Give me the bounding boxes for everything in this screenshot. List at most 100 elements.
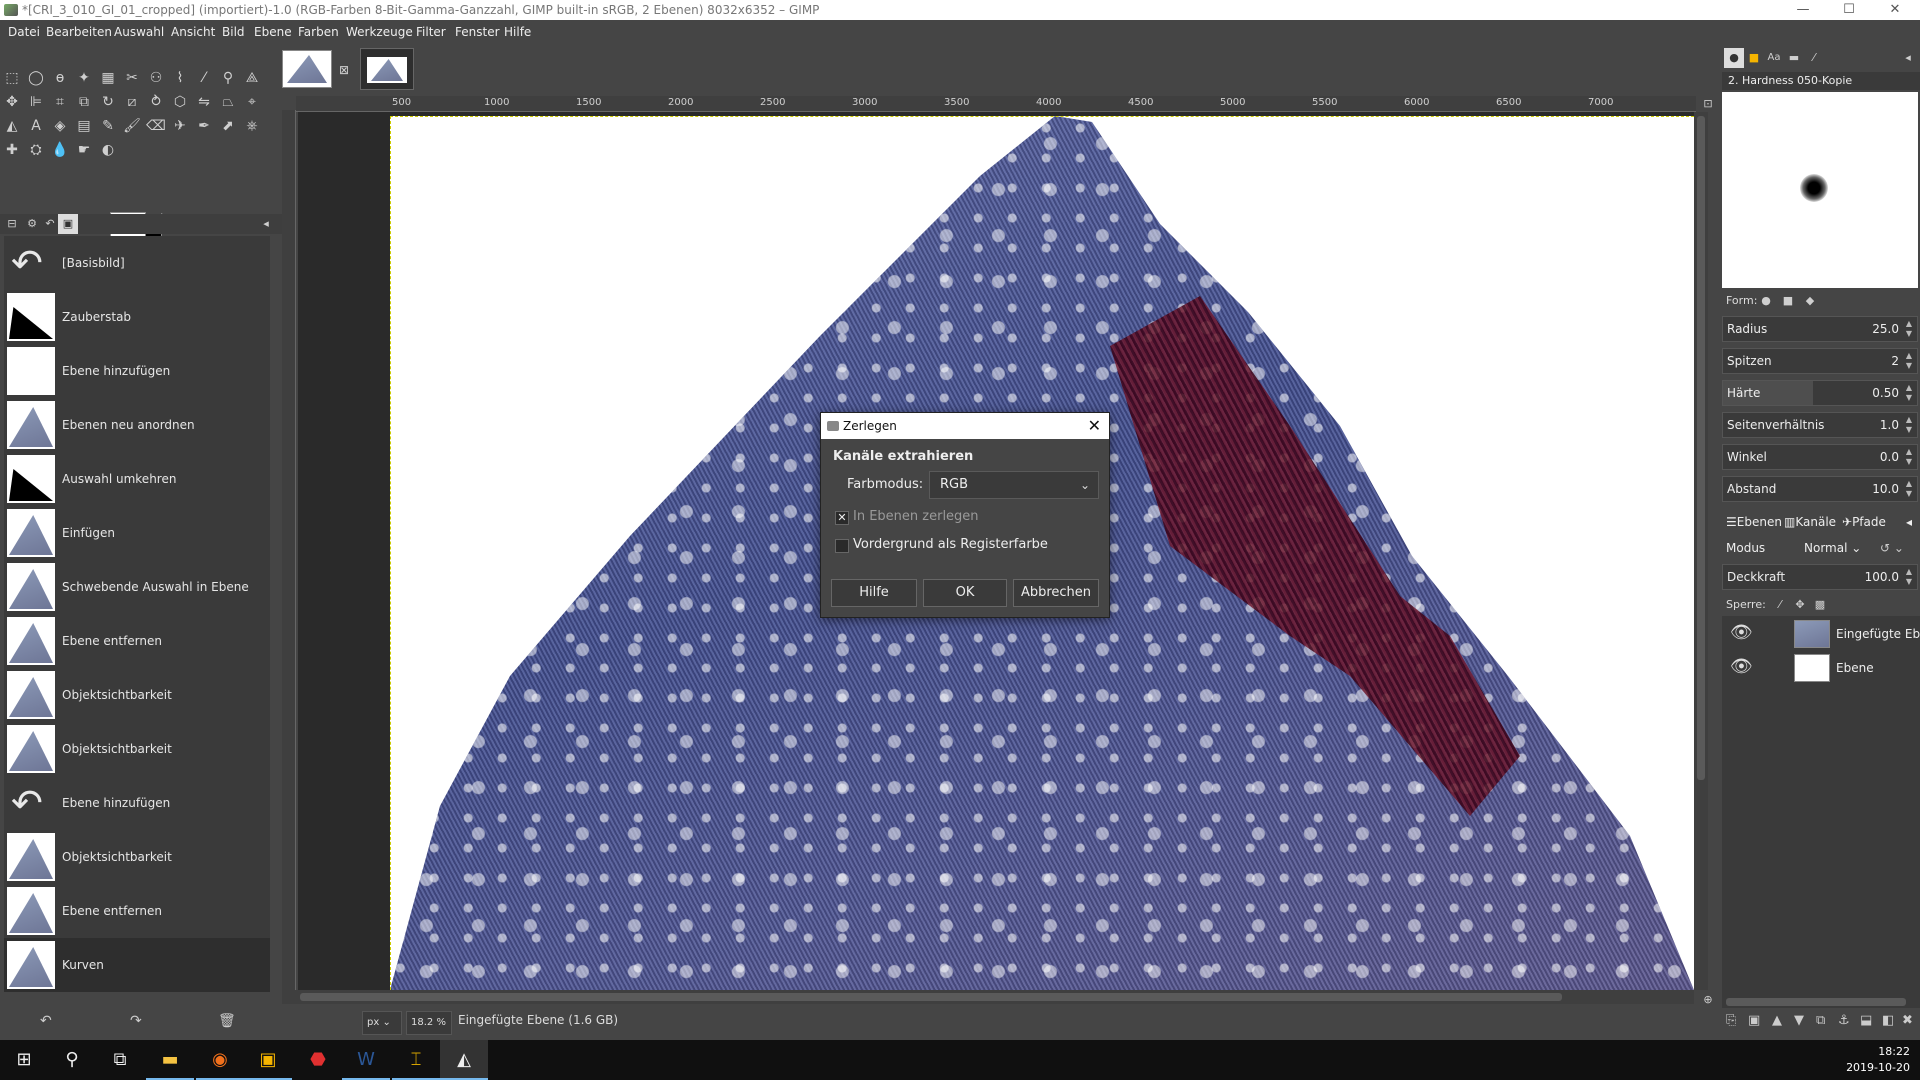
vertical-scrollbar[interactable] <box>1694 112 1708 990</box>
raise-layer-icon[interactable]: ▲ <box>1772 1010 1782 1032</box>
history-item[interactable]: Zauberstab <box>4 290 270 344</box>
pencil-icon[interactable]: ✎ <box>98 116 118 136</box>
minimize-button[interactable]: — <box>1780 0 1826 20</box>
tab-layers[interactable]: ☰ Ebenen <box>1726 512 1782 532</box>
new-layer-icon[interactable]: ⎘ <box>1726 1010 1736 1032</box>
menu-farben[interactable]: Farben <box>298 20 339 44</box>
image-tab-thumbnail-1[interactable] <box>282 50 332 88</box>
undo-history-tab-icon[interactable]: ↶ <box>40 214 60 234</box>
visibility-eye-icon[interactable]: 👁 <box>1730 622 1753 644</box>
menu-ansicht[interactable]: Ansicht <box>171 20 215 44</box>
history-item[interactable]: Kurven <box>4 938 270 992</box>
tab-paths[interactable]: ✈ Pfade <box>1842 512 1886 532</box>
layers-scroll-thumb[interactable] <box>1726 998 1906 1006</box>
color-picker-icon[interactable]: ⁄ <box>194 68 214 88</box>
hardness-spinner-icon[interactable]: ▲ ▼ <box>1903 383 1915 403</box>
images-tab-icon[interactable]: ▣ <box>58 214 78 234</box>
layer-row-base[interactable]: 👁 Ebene <box>1722 652 1920 684</box>
aspect-ratio-field[interactable]: Seitenverhältnis 1.0 ▲ ▼ <box>1722 412 1918 438</box>
menu-ebene[interactable]: Ebene <box>254 20 292 44</box>
history-item[interactable]: Ebene hinzufügen <box>4 344 270 398</box>
spikes-field[interactable]: Spitzen 2 ▲ ▼ <box>1722 348 1918 374</box>
zoom-to-fit-icon[interactable]: ⊡ <box>1698 94 1718 114</box>
new-group-icon[interactable]: ▣ <box>1748 1010 1760 1032</box>
system-clock[interactable]: 18:22 2019-10-20 <box>1846 1044 1910 1076</box>
configure-brushes-tab-icon[interactable]: ◂ <box>1898 48 1918 68</box>
start-icon[interactable]: ⊞ <box>0 1040 48 1080</box>
paths-icon[interactable]: ⌇ <box>170 68 190 88</box>
shear-icon[interactable]: ⧄ <box>122 92 142 112</box>
history-item[interactable]: Objektsichtbarkeit <box>4 830 270 884</box>
gimp-taskbar-icon[interactable]: ◭ <box>440 1040 488 1080</box>
angle-spinner-icon[interactable]: ▲ ▼ <box>1903 447 1915 467</box>
sticky-app-icon[interactable]: ▣ <box>244 1040 292 1080</box>
foreground-select-icon[interactable]: ⚇ <box>146 68 166 88</box>
close-image-tab-icon[interactable]: ⊠ <box>334 60 354 80</box>
smudge-icon[interactable]: ☛ <box>74 140 94 160</box>
rotate-icon[interactable]: ↻ <box>98 92 118 112</box>
opacity-spinner-icon[interactable]: ▲ ▼ <box>1903 567 1915 587</box>
menu-auswahl[interactable]: Auswahl <box>114 20 164 44</box>
eraser-icon[interactable]: ⌫ <box>146 116 166 136</box>
square-shape-icon[interactable]: ■ <box>1778 292 1798 310</box>
color-model-select[interactable]: RGB ⌄ <box>929 471 1099 499</box>
perspective-clone-icon[interactable]: ⛭ <box>26 140 46 160</box>
history-item[interactable]: ↶ Ebene hinzufügen <box>4 776 270 830</box>
gradient-icon[interactable]: ▤ <box>74 116 94 136</box>
heal-icon[interactable]: ✚ <box>2 140 22 160</box>
menu-filter[interactable]: Filter <box>416 20 446 44</box>
anchor-layer-icon[interactable]: ⚓ <box>1838 1010 1850 1032</box>
history-item[interactable]: Schwebende Auswahl in Ebene <box>4 560 270 614</box>
diamond-shape-icon[interactable]: ◆ <box>1800 292 1820 310</box>
scissors-icon[interactable]: ✂ <box>122 68 142 88</box>
menu-fenster[interactable]: Fenster <box>455 20 500 44</box>
perspective-icon[interactable]: ⏢ <box>218 92 238 112</box>
clone-icon[interactable]: ⎈ <box>242 116 262 136</box>
lock-pixels-icon[interactable]: ⁄ <box>1770 596 1790 614</box>
device-status-tab-icon[interactable]: ⚙ <box>22 214 42 234</box>
move-icon[interactable]: ✥ <box>2 92 22 112</box>
lower-layer-icon[interactable]: ▼ <box>1794 1010 1804 1032</box>
history-item[interactable]: Auswahl umkehren <box>4 452 270 506</box>
airbrush-icon[interactable]: ✈ <box>170 116 190 136</box>
mask-icon[interactable]: ◧ <box>1882 1010 1894 1032</box>
handle-transform-icon[interactable]: ⌖ <box>242 92 262 112</box>
flip-icon[interactable]: ⇋ <box>194 92 214 112</box>
mode-select[interactable]: Normal ⌄ <box>1804 536 1861 560</box>
close-window-button[interactable]: ✕ <box>1872 0 1918 20</box>
measure-icon[interactable]: ⟁ <box>242 68 262 88</box>
mode-reset-icon[interactable]: ↺ ⌄ <box>1880 536 1904 560</box>
firefox-icon[interactable]: ◉ <box>196 1040 244 1080</box>
menu-werkzeuge[interactable]: Werkzeuge <box>346 20 413 44</box>
vertical-scroll-thumb[interactable] <box>1697 116 1705 780</box>
undo-icon[interactable]: ↶ <box>40 1010 52 1032</box>
lock-position-icon[interactable]: ✥ <box>1790 596 1810 614</box>
ink-icon[interactable]: ✒ <box>194 116 214 136</box>
color-select-icon[interactable]: ▦ <box>98 68 118 88</box>
word-icon[interactable]: W <box>342 1040 390 1080</box>
task-view-icon[interactable]: ⧉ <box>96 1040 144 1080</box>
cancel-button[interactable]: Abbrechen <box>1013 579 1099 607</box>
dodge-burn-icon[interactable]: ◐ <box>98 140 118 160</box>
text-icon[interactable]: A <box>26 116 46 136</box>
redo-icon[interactable]: ↷ <box>130 1010 142 1032</box>
gradients-tab-icon[interactable]: ▬ <box>1784 48 1804 68</box>
paint-dynamics-tab-icon[interactable]: ⁄ <box>1804 48 1824 68</box>
acrobat-icon[interactable]: ⬣ <box>294 1040 342 1080</box>
spikes-spinner-icon[interactable]: ▲ ▼ <box>1903 351 1915 371</box>
unified-transform-icon[interactable]: ⧉ <box>74 92 94 112</box>
hardness-field[interactable]: Härte 0.50 ▲ ▼ <box>1722 380 1918 406</box>
search-icon[interactable]: ⚲ <box>48 1040 96 1080</box>
warp-icon[interactable]: ⥁ <box>146 92 166 112</box>
blur-icon[interactable]: 💧 <box>50 140 70 160</box>
bucket-fill-icon[interactable]: ◭ <box>2 116 22 136</box>
history-item[interactable]: Objektsichtbarkeit <box>4 668 270 722</box>
aspect-ratio-spinner-icon[interactable]: ▲ ▼ <box>1903 415 1915 435</box>
tool-options-tab-icon[interactable]: ⊟ <box>2 214 22 234</box>
history-item[interactable]: ↶ [Basisbild] <box>4 236 270 290</box>
patterns-tab-icon[interactable]: ■ <box>1744 48 1764 68</box>
opacity-field[interactable]: Deckkraft 100.0 ▲ ▼ <box>1722 564 1918 590</box>
file-explorer-icon[interactable]: ▬ <box>146 1040 194 1080</box>
menu-bearbeiten[interactable]: Bearbeiten <box>46 20 112 44</box>
zoom-icon[interactable]: ⚲ <box>218 68 238 88</box>
